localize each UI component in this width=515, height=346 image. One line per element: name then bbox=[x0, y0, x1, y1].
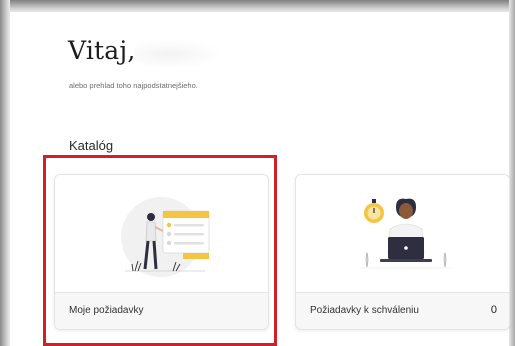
card-footer: Moje požiadavky bbox=[55, 292, 268, 329]
catalog-card-my-requests[interactable]: Moje požiadavky bbox=[54, 174, 269, 330]
frame-edge-top bbox=[0, 0, 515, 12]
card-footer: Požiadavky k schváleniu 0 bbox=[296, 292, 509, 329]
frame-edge-left bbox=[0, 0, 10, 346]
person-with-request-list-illustration bbox=[55, 175, 268, 289]
catalog-card-pending-approvals[interactable]: Požiadavky k schváleniu 0 bbox=[295, 174, 510, 330]
redacted-user-name bbox=[134, 39, 222, 67]
person-at-laptop-with-stopwatch-illustration bbox=[296, 175, 509, 289]
pending-approvals-count: 0 bbox=[490, 304, 497, 316]
dashboard-content: Vitaj, alebo prehlad toho najpodstatnejš… bbox=[10, 12, 510, 346]
greeting-subtitle: alebo prehlad toho najpodstatnejšieho. bbox=[69, 81, 198, 90]
card-label: Moje požiadavky bbox=[69, 305, 144, 316]
screenshot-frame: Vitaj, alebo prehlad toho najpodstatnejš… bbox=[0, 0, 515, 346]
card-label: Požiadavky k schváleniu bbox=[310, 305, 419, 316]
catalog-section-title: Katalóg bbox=[69, 138, 114, 153]
greeting-title: Vitaj, bbox=[68, 36, 136, 65]
